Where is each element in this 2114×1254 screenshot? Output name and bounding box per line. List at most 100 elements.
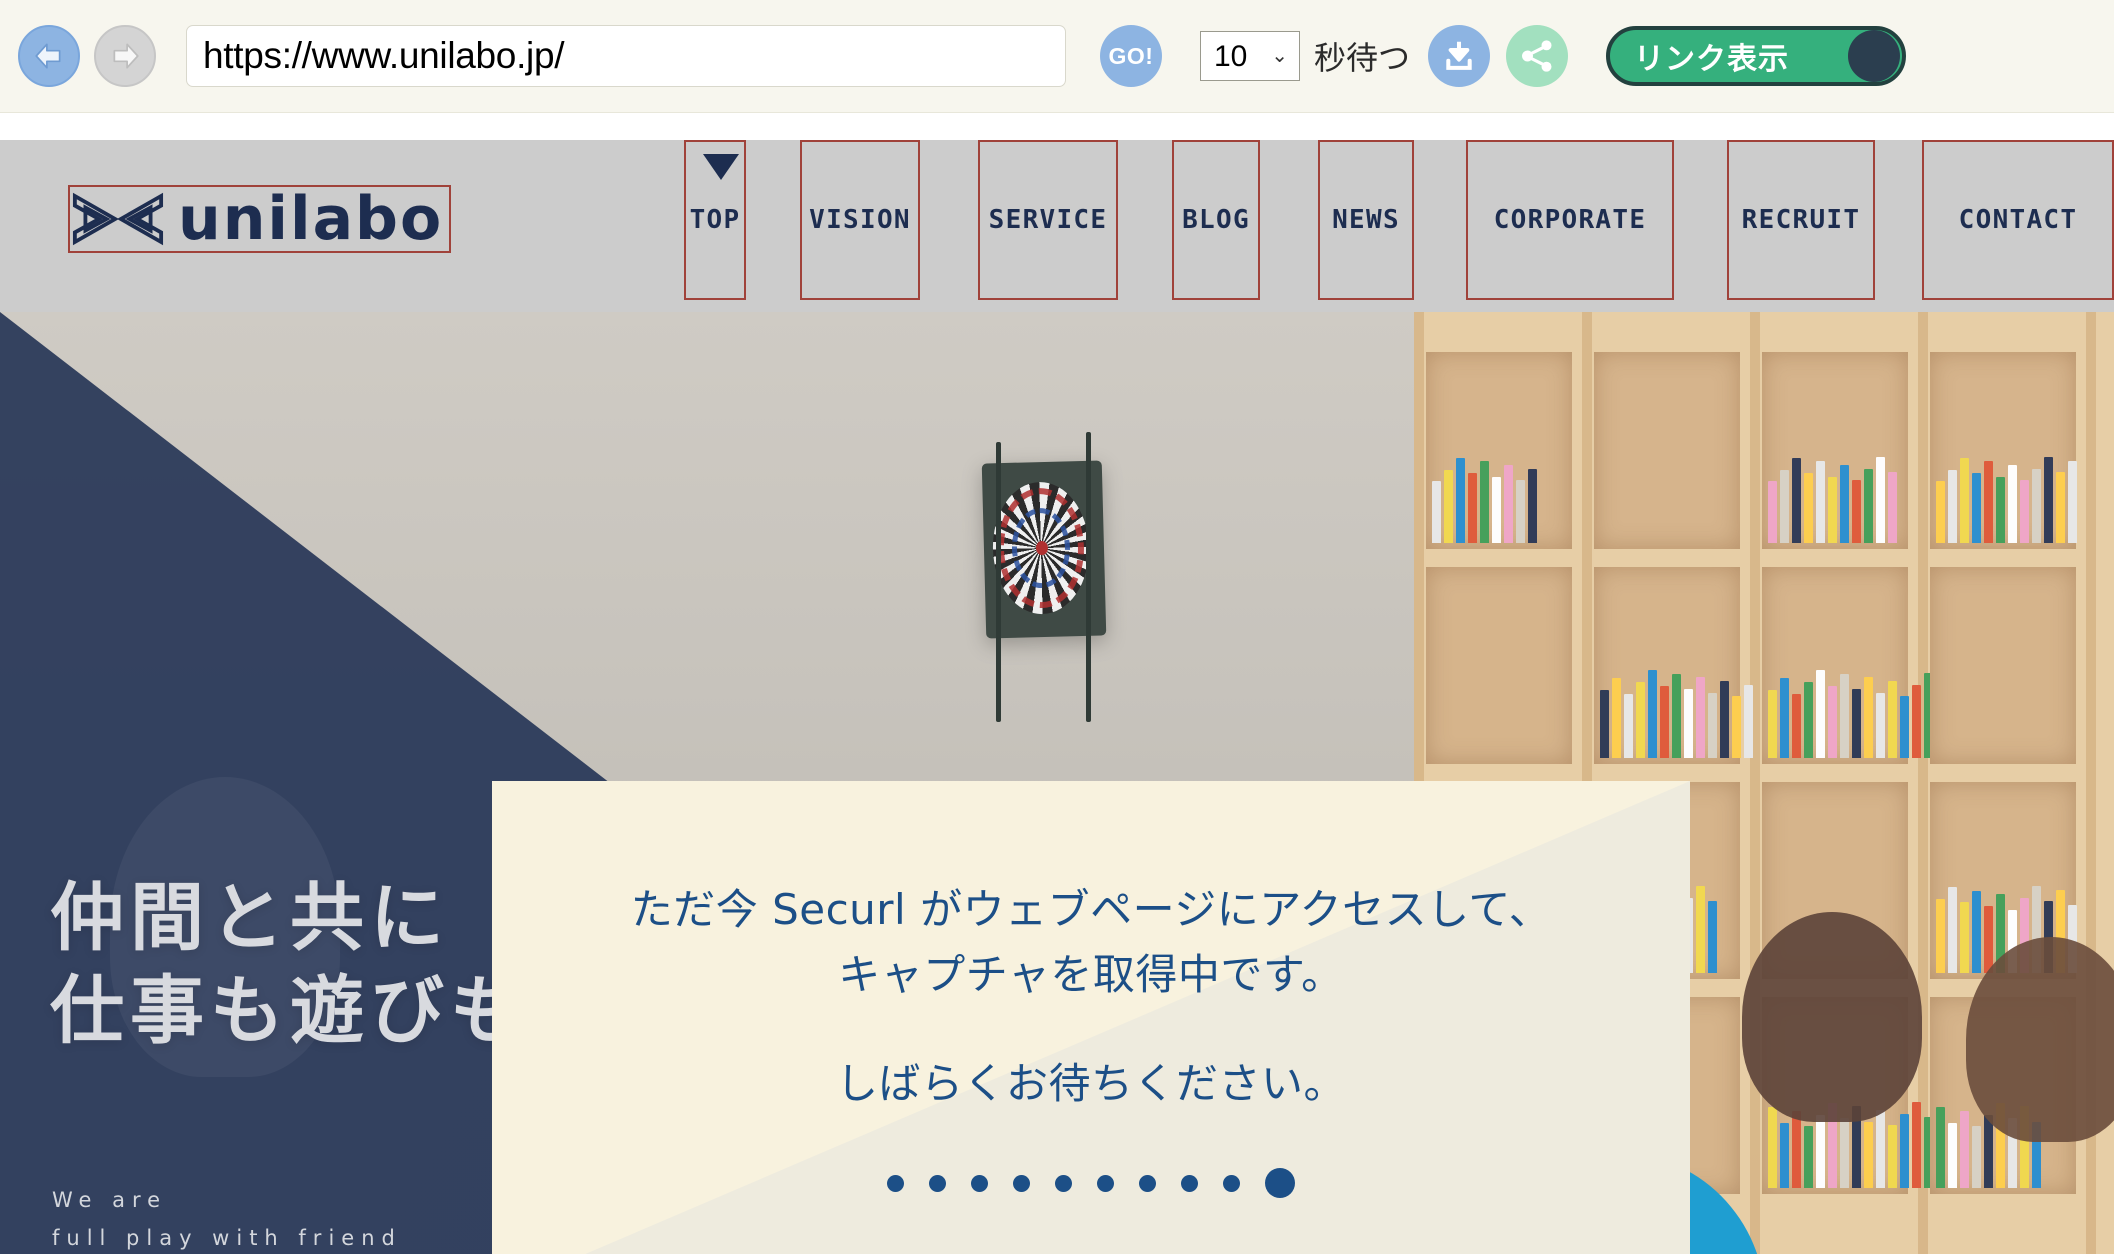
nav-item-news[interactable]: NEWS [1318, 140, 1414, 300]
book-spine [1972, 473, 1981, 543]
nav-item-vision[interactable]: VISION [800, 140, 920, 300]
book-row [1432, 452, 1537, 543]
book-spine [2056, 472, 2065, 543]
share-button[interactable] [1506, 25, 1569, 87]
book-spine [1612, 678, 1621, 758]
book-spine [1984, 1114, 1993, 1188]
book-spine [1768, 690, 1777, 758]
book-spine [1804, 681, 1813, 758]
arrow-right-icon [113, 43, 139, 69]
hero-subheadline-line-2: full play with friend [52, 1225, 402, 1250]
book-spine [1888, 680, 1897, 758]
nav-item-blog[interactable]: BLOG [1172, 140, 1260, 300]
toggle-knob[interactable] [1848, 30, 1901, 82]
go-button[interactable]: GO! [1100, 25, 1162, 87]
securl-message-line-3: しばらくお待ちください。 [835, 1059, 1346, 1109]
download-button[interactable] [1428, 25, 1491, 87]
book-spine [1960, 1110, 1969, 1188]
book-spine [2008, 465, 2017, 543]
go-button-label: GO! [1108, 42, 1154, 69]
nav-item-label: NEWS [1332, 205, 1400, 235]
book-spine [1636, 681, 1645, 758]
wait-seconds-control[interactable]: 0510152030 ⌄ [1162, 31, 1300, 81]
loading-dot [1055, 1174, 1072, 1192]
wait-seconds-select[interactable]: 0510152030 [1200, 31, 1300, 81]
book-spine [1912, 1101, 1921, 1188]
shelf-cell [1594, 352, 1740, 549]
site-nav: TOP VISION SERVICE BLOG NEWS CORPORATE RECRUIT… [0, 140, 2114, 312]
book-spine [1936, 1107, 1945, 1188]
book-spine [1900, 1113, 1909, 1188]
loading-dot [1223, 1174, 1240, 1192]
book-spine [2044, 456, 2053, 543]
nav-item-top[interactable]: TOP [684, 140, 746, 300]
loading-dot [887, 1174, 904, 1192]
securl-toolbar: GO! 0510152030 ⌄ 秒待つ リンク表示 [0, 0, 2114, 113]
url-input[interactable] [186, 25, 1066, 87]
link-display-toggle-label: リンク表示 [1634, 42, 1790, 77]
back-button[interactable] [18, 25, 80, 87]
site-header: unilabo TOP VISION SERVICE BLOG NEWS CORPORAT… [0, 140, 2114, 312]
book-spine [1684, 689, 1693, 758]
book-spine [1936, 481, 1945, 543]
securl-message-line-2: キャプチャを取得中です。 [838, 949, 1344, 999]
book-spine [1624, 693, 1633, 758]
nav-item-label: RECRUIT [1741, 205, 1861, 235]
hero-subheadline: We are full play with friend [52, 1182, 402, 1254]
arrow-left-icon [35, 43, 61, 69]
book-spine [1804, 473, 1813, 543]
book-spine [1972, 1126, 1981, 1188]
shelf-cell [1762, 567, 1933, 764]
book-spine [1840, 673, 1849, 758]
nav-item-corporate[interactable]: CORPORATE [1466, 140, 1674, 300]
book-spine [1816, 670, 1825, 758]
nav-item-service[interactable]: SERVICE [978, 140, 1118, 300]
nav-item-label: VISION [809, 205, 911, 235]
wait-seconds-label: 秒待つ [1314, 39, 1411, 77]
book-spine [1864, 677, 1873, 758]
book-spine [1852, 480, 1861, 543]
book-spine [1864, 468, 1873, 543]
book-spine [1708, 692, 1717, 758]
book-spine [2032, 468, 2041, 543]
nav-item-recruit[interactable]: RECRUIT [1727, 140, 1875, 300]
nav-item-label: SERVICE [988, 205, 1108, 235]
book-spine [1888, 1125, 1897, 1188]
book-spine [1948, 1122, 1957, 1188]
securl-loading-overlay: ただ今 Securl がウェブページにアクセスして、 キャプチャを取得中です。 … [492, 781, 1690, 1254]
forward-button[interactable] [94, 25, 156, 87]
book-spine [1984, 461, 1993, 543]
book-spine [1876, 456, 1885, 543]
dartboard-rod-right [1086, 432, 1091, 722]
book-spine [1828, 685, 1837, 758]
shelf-cell [1930, 352, 2077, 549]
book-spine [1960, 457, 1969, 543]
book-spine [1780, 1122, 1789, 1188]
book-spine [1888, 472, 1897, 543]
book-spine [1732, 696, 1741, 758]
book-spine [1948, 469, 1957, 543]
loading-dot [1013, 1174, 1030, 1192]
nav-item-contact[interactable]: CONTACT [1922, 140, 2114, 300]
book-spine [1840, 1118, 1849, 1188]
book-spine [1840, 465, 1849, 543]
link-display-toggle[interactable]: リンク表示 [1606, 26, 1907, 86]
securl-message-line-1: ただ今 Securl がウェブページにアクセスして、 [630, 884, 1552, 934]
nav-item-label: BLOG [1182, 205, 1250, 235]
book-spine [1468, 473, 1477, 543]
book-spine [1660, 685, 1669, 758]
book-spine [1672, 673, 1681, 758]
book-spine [1708, 901, 1717, 973]
shelf-cell [1930, 567, 2076, 764]
shelf-cell [1594, 567, 1753, 764]
nav-item-label: TOP [689, 205, 741, 235]
book-spine [1996, 476, 2005, 543]
book-spine [1792, 457, 1801, 543]
book-spine [1480, 461, 1489, 543]
book-row [1768, 452, 1897, 543]
book-spine [1768, 481, 1777, 543]
shelf-cell [1426, 567, 1572, 764]
book-spine [1444, 469, 1453, 543]
book-row [1600, 667, 1753, 758]
book-spine [1696, 886, 1705, 973]
